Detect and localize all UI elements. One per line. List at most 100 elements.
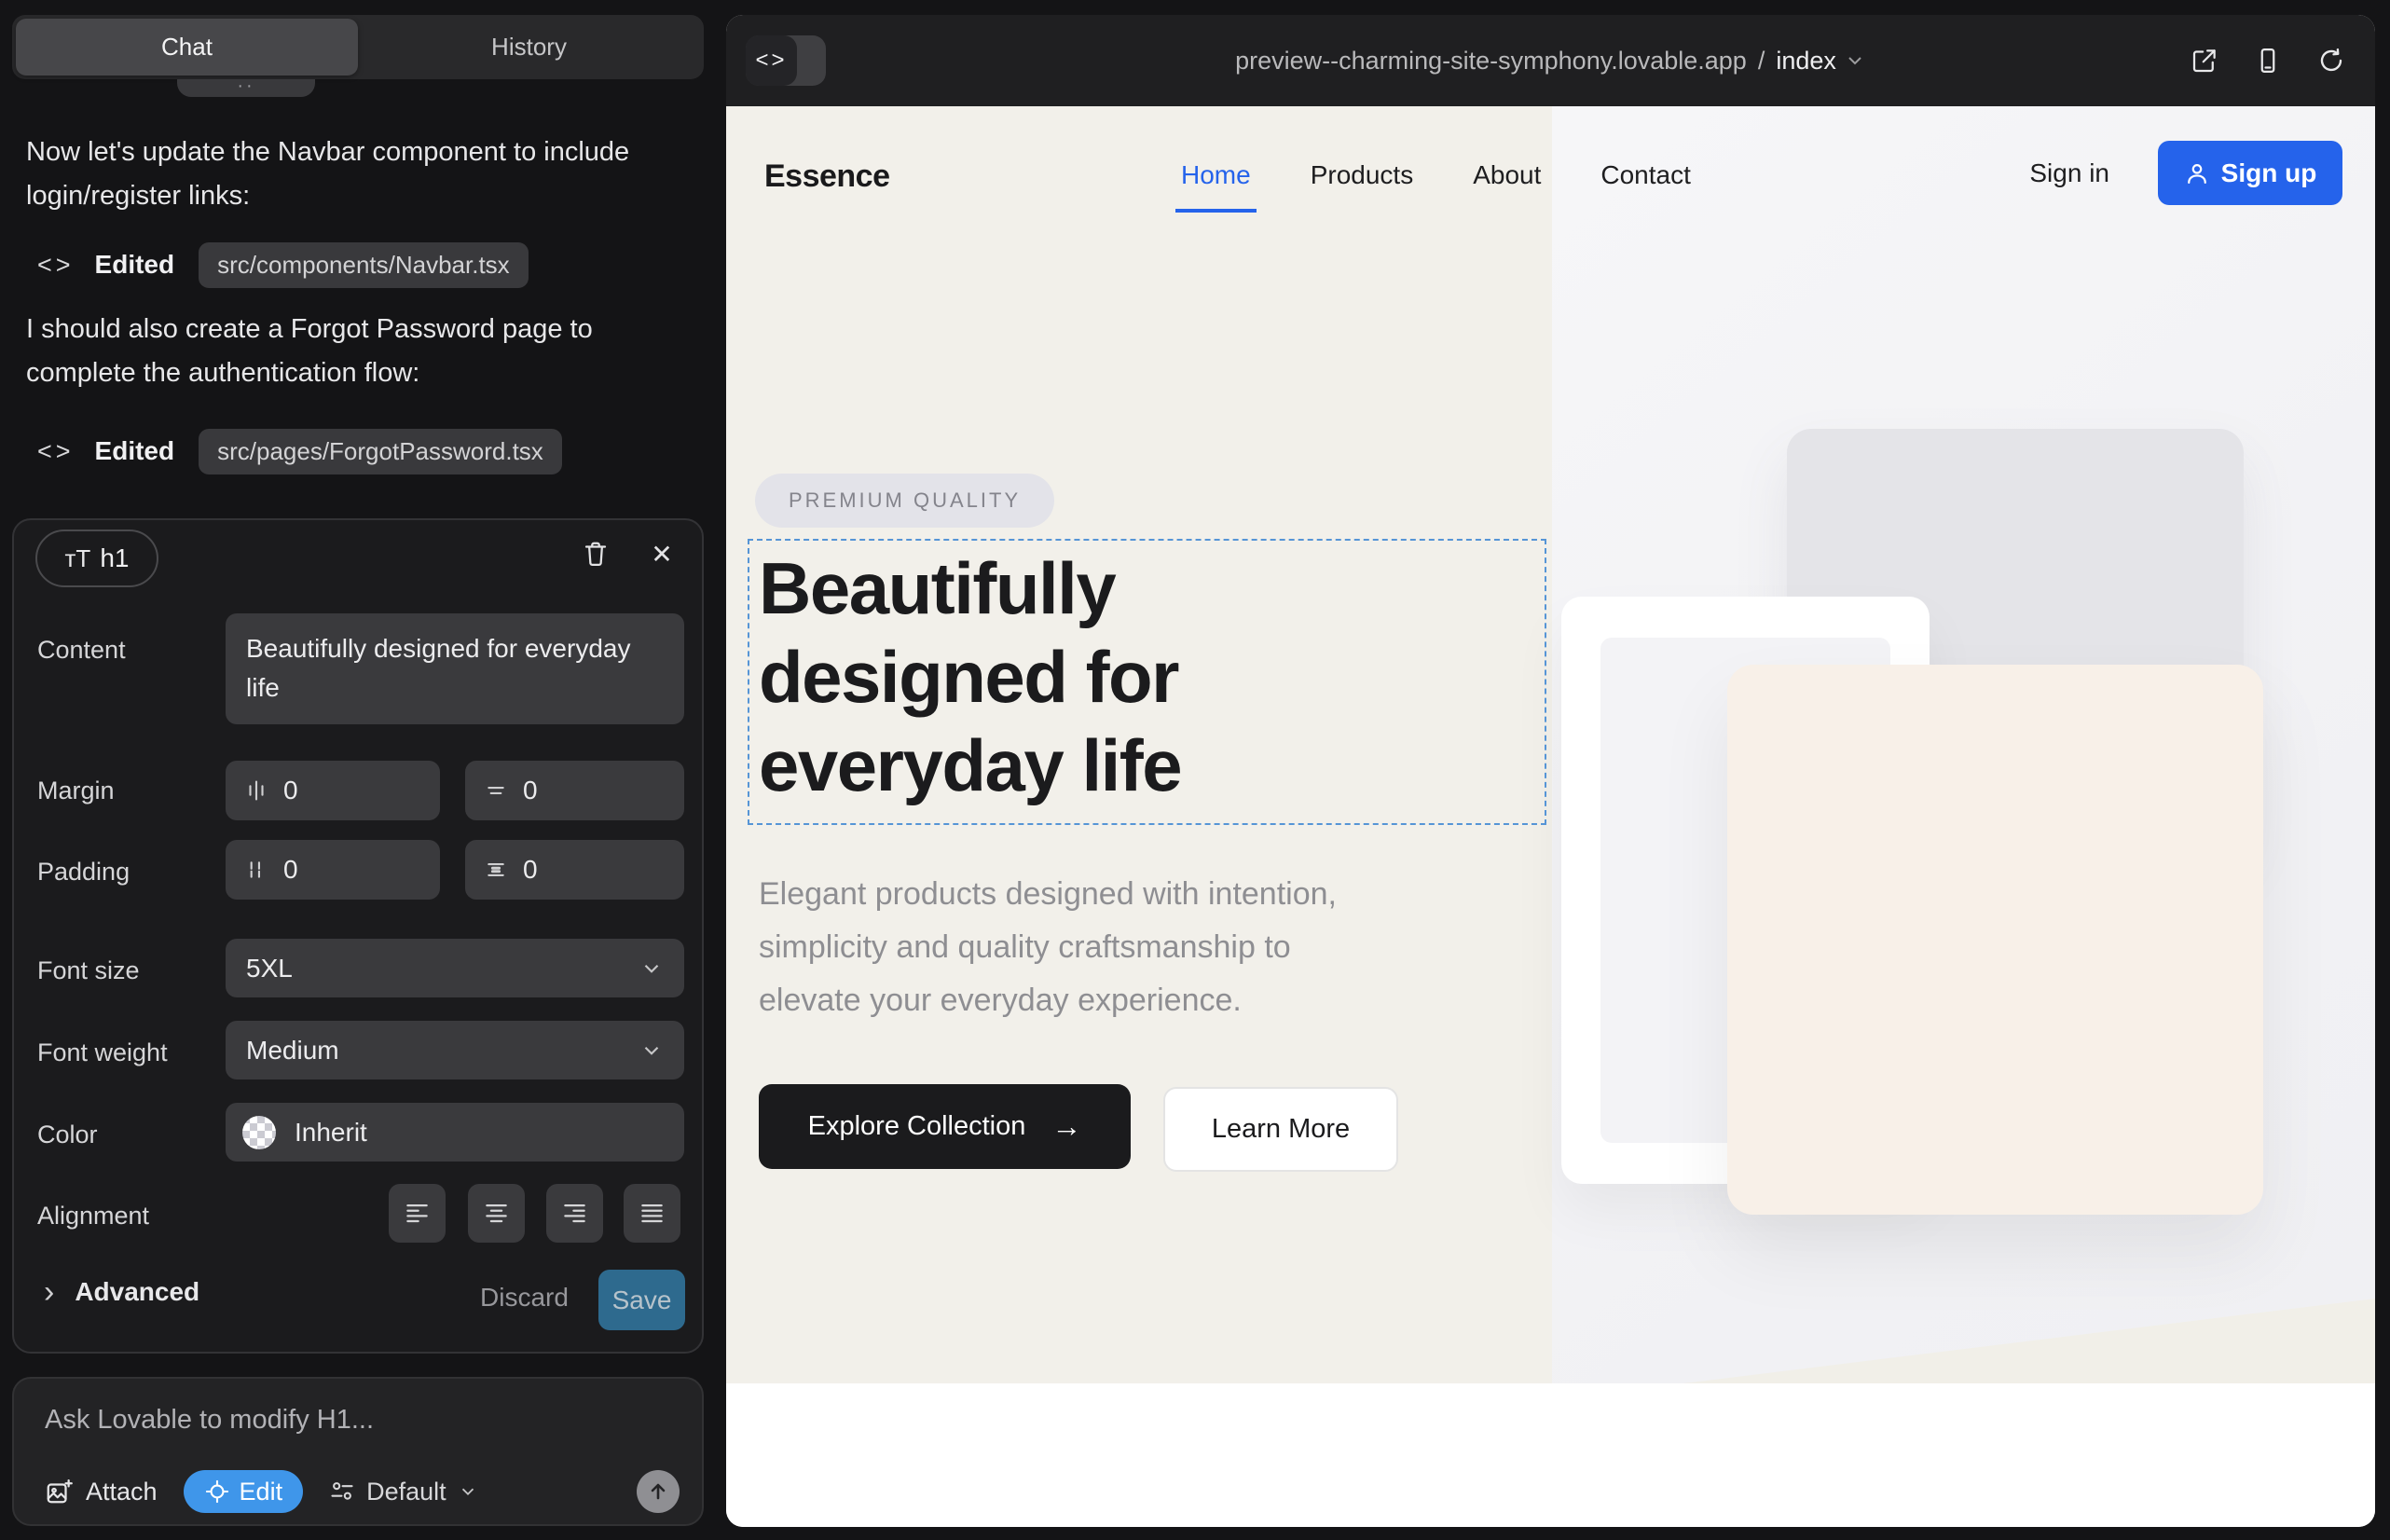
color-value: Inherit (295, 1118, 367, 1148)
align-justify-button[interactable] (624, 1184, 680, 1243)
user-icon (2184, 160, 2210, 186)
align-justify-icon (639, 1201, 665, 1226)
padding-vertical-input[interactable]: 0 (465, 840, 684, 900)
learn-more-button[interactable]: Learn More (1163, 1087, 1398, 1172)
advanced-toggle[interactable]: › Advanced (44, 1277, 199, 1307)
margin-label: Margin (37, 777, 115, 805)
font-weight-label: Font weight (37, 1038, 168, 1067)
hero-description: Elegant products designed with intention… (759, 868, 1337, 1027)
tab-chat[interactable]: Chat (16, 19, 358, 76)
hero-heading[interactable]: Beautifully designed for everyday life (759, 544, 1181, 810)
url-bar[interactable]: preview--charming-site-symphony.lovable.… (1235, 47, 1866, 76)
sliders-icon (329, 1478, 355, 1505)
margin-vertical-input[interactable]: 0 (465, 761, 684, 820)
preview-frame: <> preview--charming-site-symphony.lovab… (726, 15, 2375, 1527)
edit-mode-button[interactable]: Edit (184, 1470, 304, 1513)
align-center-button[interactable] (468, 1184, 525, 1243)
refresh-button[interactable] (2315, 45, 2347, 76)
close-editor-button[interactable]: ✕ (641, 533, 682, 574)
color-label: Color (37, 1121, 98, 1149)
external-link-icon (2191, 47, 2218, 75)
url-separator: / (1754, 47, 1769, 76)
close-icon: ✕ (651, 539, 672, 570)
margin-horizontal-value: 0 (283, 776, 298, 805)
assistant-message: Now let's update the Navbar component to… (26, 131, 671, 218)
chat-composer: Ask Lovable to modify H1... Attach Edit (12, 1377, 704, 1526)
sign-up-button[interactable]: Sign up (2158, 141, 2342, 205)
save-button[interactable]: Save (598, 1270, 685, 1330)
advanced-label: Advanced (75, 1277, 199, 1307)
font-weight-value: Medium (246, 1036, 339, 1066)
tab-history[interactable]: History (358, 19, 700, 76)
align-left-button[interactable] (389, 1184, 446, 1243)
edited-label: Edited (95, 250, 175, 280)
edited-file-badge[interactable]: src/pages/ForgotPassword.tsx (199, 429, 562, 474)
sign-in-link[interactable]: Sign in (2029, 158, 2109, 188)
nav-link-products[interactable]: Products (1311, 160, 1414, 190)
chat-history-tabbar: Chat History (12, 15, 704, 79)
mobile-view-button[interactable] (2252, 45, 2284, 76)
edited-file-row: <> Edited src/components/Navbar.tsx (37, 242, 529, 287)
alignment-label: Alignment (37, 1202, 149, 1231)
margin-vertical-icon (484, 778, 508, 803)
chevron-down-icon (639, 956, 664, 981)
code-icon: <> (37, 251, 75, 280)
url-page: index (1776, 47, 1836, 76)
decorative-card-beige (1727, 665, 2263, 1215)
explore-collection-button[interactable]: Explore Collection → (759, 1084, 1131, 1169)
edited-file-badge[interactable]: src/components/Navbar.tsx (199, 242, 529, 288)
site-logo[interactable]: Essence (764, 158, 890, 195)
arrow-right-icon: → (1051, 1109, 1081, 1144)
scrolled-message-badge: ·· (177, 79, 315, 97)
url-host: preview--charming-site-symphony.lovable.… (1235, 47, 1747, 76)
padding-vertical-icon (484, 858, 508, 882)
align-right-button[interactable] (546, 1184, 603, 1243)
margin-vertical-value: 0 (523, 776, 538, 805)
attach-label: Attach (86, 1478, 158, 1506)
color-select[interactable]: Inherit (226, 1103, 684, 1162)
content-label: Content (37, 636, 126, 665)
model-mode-select[interactable]: Default (329, 1478, 478, 1506)
element-editor-panel: ᴛT h1 ✕ Content Beautifully designed for… (12, 518, 704, 1354)
attach-button[interactable]: Attach (45, 1478, 158, 1506)
nav-link-home[interactable]: Home (1181, 160, 1251, 190)
hero-description-line: simplicity and quality craftsmanship to (759, 921, 1337, 974)
font-weight-select[interactable]: Medium (226, 1021, 684, 1079)
browser-toolbar: <> preview--charming-site-symphony.lovab… (726, 15, 2375, 106)
code-preview-toggle[interactable]: <> (746, 35, 826, 86)
send-button[interactable] (637, 1470, 680, 1513)
mobile-device-icon (2254, 47, 2282, 75)
typography-icon: ᴛT (65, 544, 91, 573)
open-external-button[interactable] (2189, 45, 2220, 76)
align-left-icon (405, 1201, 430, 1226)
element-tag-label: h1 (100, 543, 129, 573)
content-input[interactable]: Beautifully designed for everyday life (226, 613, 684, 724)
margin-horizontal-input[interactable]: 0 (226, 761, 440, 820)
padding-label: Padding (37, 858, 130, 887)
chevron-down-icon (1844, 49, 1866, 72)
padding-horizontal-input[interactable]: 0 (226, 840, 440, 900)
hero-heading-line: everyday life (759, 722, 1181, 810)
nav-link-contact[interactable]: Contact (1600, 160, 1691, 190)
delete-element-button[interactable] (575, 533, 616, 574)
align-center-icon (484, 1201, 509, 1226)
nav-link-about[interactable]: About (1473, 160, 1541, 190)
chevron-right-icon: › (44, 1278, 54, 1306)
transparency-swatch-icon (242, 1116, 276, 1149)
target-icon (204, 1478, 230, 1505)
edited-file-row: <> Edited src/pages/ForgotPassword.tsx (37, 429, 562, 474)
mode-label: Default (366, 1478, 446, 1506)
padding-horizontal-value: 0 (283, 855, 298, 885)
edit-label: Edit (240, 1478, 283, 1506)
font-size-select[interactable]: 5XL (226, 939, 684, 997)
padding-horizontal-icon (244, 858, 268, 882)
margin-horizontal-icon (244, 778, 268, 803)
font-size-value: 5XL (246, 954, 293, 983)
hero-heading-line: designed for (759, 633, 1181, 722)
padding-vertical-value: 0 (523, 855, 538, 885)
refresh-icon (2317, 47, 2345, 75)
discard-button[interactable]: Discard (480, 1283, 569, 1313)
assistant-message: I should also create a Forgot Password p… (26, 308, 671, 395)
composer-input[interactable]: Ask Lovable to modify H1... (45, 1405, 374, 1436)
hero-heading-line: Beautifully (759, 544, 1181, 633)
